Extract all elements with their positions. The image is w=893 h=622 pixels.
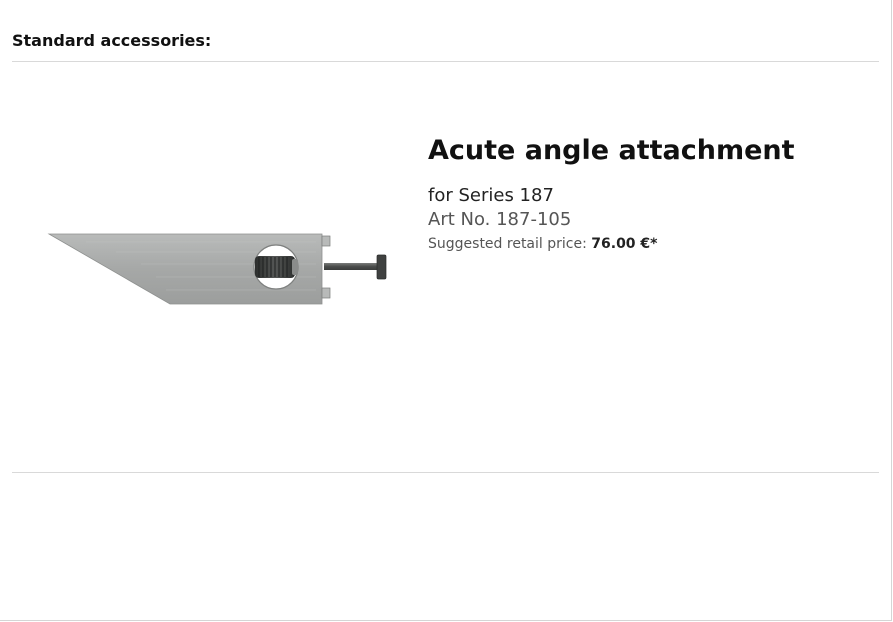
product-image	[47, 233, 387, 305]
product-name: Acute angle attachment	[428, 135, 795, 166]
product-info: Acute angle attachment for Series 187 Ar…	[428, 132, 795, 254]
price-value: 76.00 €*	[591, 236, 658, 252]
pin-top	[321, 235, 331, 247]
product-series: for Series 187	[428, 185, 554, 206]
product-price: Suggested retail price: 76.00 €*	[428, 234, 795, 254]
section-title: Standard accessories:	[12, 31, 212, 50]
accessories-panel: Standard accessories: Acute angle attach…	[0, 0, 892, 621]
price-label: Suggested retail price:	[428, 236, 587, 252]
divider-top	[12, 61, 879, 62]
end-knob	[376, 254, 387, 280]
divider-bottom	[12, 472, 879, 473]
adjust-rod	[324, 263, 379, 270]
pin-bottom	[321, 287, 331, 299]
product-art-number: Art No. 187-105	[428, 209, 572, 230]
